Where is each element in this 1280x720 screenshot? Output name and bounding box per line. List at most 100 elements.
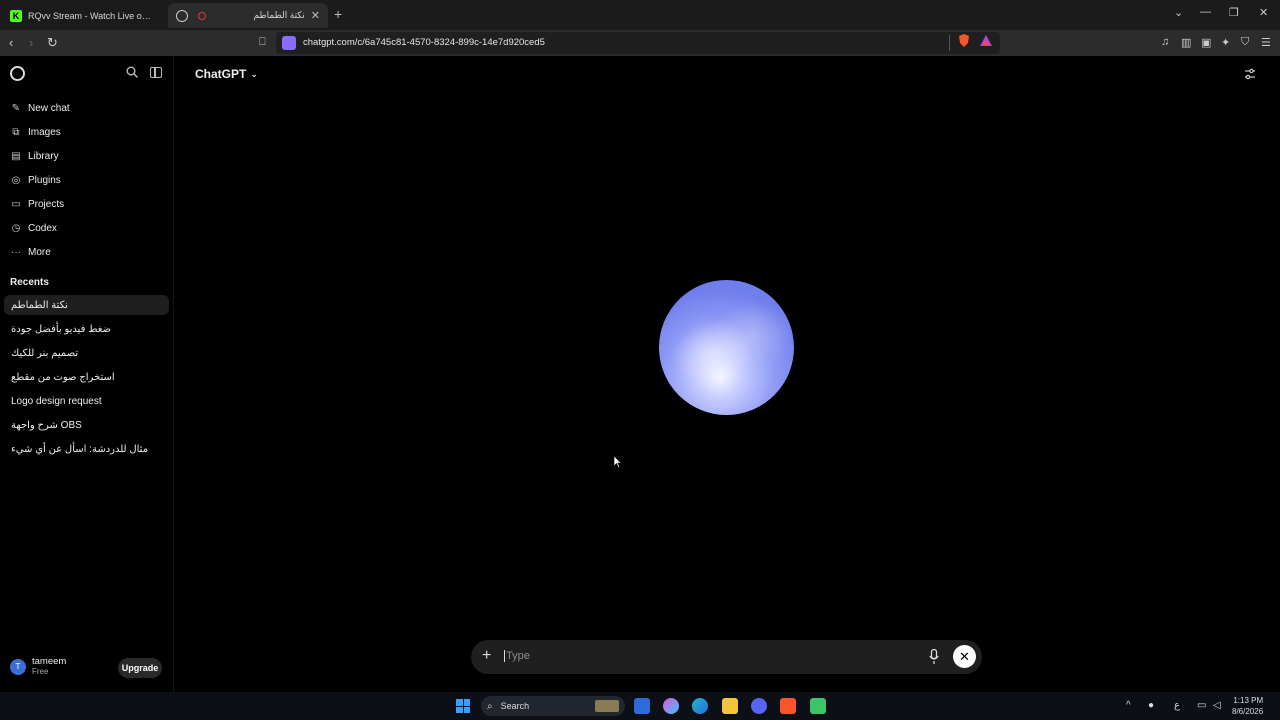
mouse-cursor-icon bbox=[614, 456, 622, 468]
volume-icon[interactable]: ◁ bbox=[1213, 700, 1221, 711]
end-voice-button[interactable]: ✕ bbox=[953, 645, 976, 668]
sidebar: ✎ New chat ⧉ Images ▤ Library ◎ Plugins … bbox=[0, 56, 174, 692]
bookmark-icon[interactable]: ⎕ bbox=[259, 36, 266, 49]
microphone-icon[interactable] bbox=[929, 649, 939, 665]
sidebar-item-new-chat[interactable]: ✎ New chat bbox=[10, 98, 70, 118]
plugins-icon: ◎ bbox=[11, 174, 21, 186]
recording-icon bbox=[198, 11, 206, 20]
brave-browser-icon[interactable] bbox=[780, 698, 796, 714]
sidebar-item-label: Images bbox=[28, 126, 61, 138]
more-icon: ··· bbox=[11, 246, 21, 258]
windows-taskbar: ⌕ Search ^ ● ع ▭ ◁ 1:13 PM 8/6/2026 bbox=[0, 692, 1280, 720]
pencil-icon: ✎ bbox=[11, 102, 21, 114]
store-icon[interactable] bbox=[634, 698, 650, 714]
add-attachment-icon[interactable]: + bbox=[482, 647, 491, 665]
user-profile[interactable]: T tameem Free bbox=[10, 656, 66, 677]
sidebar-item-projects[interactable]: ▭ Projects bbox=[10, 194, 64, 214]
chevron-down-icon: ⌄ bbox=[250, 68, 258, 79]
vpn-icon[interactable]: ⛉ bbox=[1241, 36, 1249, 49]
forward-button[interactable]: › bbox=[29, 35, 33, 50]
app-icon[interactable] bbox=[810, 698, 826, 714]
minimize-button[interactable]: — bbox=[1200, 6, 1211, 18]
menu-icon[interactable]: ☰ bbox=[1261, 36, 1271, 49]
collapse-sidebar-icon[interactable] bbox=[150, 67, 162, 78]
taskbar-search-label: Search bbox=[500, 701, 530, 711]
recent-chat-item[interactable]: استخراج صوت من مقطع bbox=[4, 367, 169, 387]
sidebar-item-label: Plugins bbox=[28, 174, 61, 186]
reload-button[interactable]: ↻ bbox=[47, 35, 58, 51]
sidebar-item-plugins[interactable]: ◎ Plugins bbox=[10, 170, 61, 190]
model-label: ChatGPT bbox=[195, 67, 247, 81]
clock-date: 8/6/2026 bbox=[1232, 707, 1264, 716]
new-tab-button[interactable]: + bbox=[334, 6, 342, 22]
url-text: chatgpt.com/c/6a745c81-4570-8324-899c-14… bbox=[303, 37, 545, 48]
discord-icon[interactable] bbox=[751, 698, 767, 714]
windows-start-icon[interactable] bbox=[456, 699, 470, 713]
brave-rewards-icon[interactable] bbox=[980, 34, 992, 47]
search-icon[interactable] bbox=[126, 66, 138, 78]
clock-time: 1:13 PM bbox=[1233, 696, 1264, 705]
sidebar-item-label: Projects bbox=[28, 198, 65, 210]
restore-button[interactable]: ❐ bbox=[1229, 6, 1239, 19]
close-window-button[interactable]: ✕ bbox=[1259, 6, 1268, 19]
wallet-icon[interactable]: ▣ bbox=[1201, 36, 1211, 49]
site-mic-indicator-icon[interactable] bbox=[282, 36, 296, 50]
kick-icon: K bbox=[10, 9, 22, 22]
sidebar-item-label: Library bbox=[28, 150, 59, 162]
user-name: tameem bbox=[32, 656, 67, 667]
library-icon: ▤ bbox=[11, 150, 21, 162]
edge-icon[interactable] bbox=[692, 698, 708, 714]
images-icon: ⧉ bbox=[12, 126, 20, 138]
tray-mic-icon[interactable]: ● bbox=[1148, 700, 1154, 711]
browser-toolbar: ‹ › ↻ ⎕ chatgpt.com/c/6a745c81-4570-8324… bbox=[0, 30, 1280, 56]
sidebar-item-label: New chat bbox=[28, 102, 70, 114]
voice-settings-icon[interactable] bbox=[1244, 68, 1256, 80]
composer[interactable]: + Type ✕ bbox=[471, 640, 982, 674]
composer-input[interactable]: Type bbox=[504, 650, 530, 662]
sidebar-item-library[interactable]: ▤ Library bbox=[10, 146, 59, 166]
tab-kick-stream[interactable]: K RQvv Stream - Watch Live on Kick bbox=[2, 3, 162, 28]
model-selector[interactable]: ChatGPT ⌄ bbox=[195, 67, 258, 81]
sidebar-toggle-icon[interactable]: ▥ bbox=[1181, 36, 1191, 49]
recent-chat-item[interactable]: Logo design request bbox=[4, 391, 169, 411]
tab-list-chevron-icon[interactable]: ⌄ bbox=[1174, 6, 1183, 19]
sidebar-item-more[interactable]: ··· More bbox=[10, 242, 51, 262]
user-plan: Free bbox=[32, 667, 49, 676]
leo-ai-icon[interactable]: ✦ bbox=[1221, 36, 1230, 49]
input-language[interactable]: ع bbox=[1174, 700, 1180, 711]
chatgpt-icon bbox=[176, 9, 188, 22]
network-icon[interactable]: ▭ bbox=[1197, 700, 1206, 711]
address-bar[interactable]: chatgpt.com/c/6a745c81-4570-8324-899c-14… bbox=[276, 32, 1000, 54]
music-icon[interactable]: ♫ bbox=[1161, 36, 1169, 48]
recent-chat-item[interactable]: شرح واجهة OBS bbox=[4, 415, 169, 435]
tab-title: RQvv Stream - Watch Live on Kick bbox=[28, 10, 154, 21]
copilot-icon[interactable] bbox=[663, 698, 679, 714]
tab-title: نكتة الطماطم bbox=[253, 10, 305, 20]
recent-chat-item[interactable]: تصميم بنر للكيك bbox=[4, 343, 169, 363]
search-highlight-image bbox=[595, 700, 619, 712]
tray-chevron-icon[interactable]: ^ bbox=[1126, 700, 1131, 711]
taskbar-search[interactable]: ⌕ Search bbox=[481, 696, 625, 716]
recent-chat-item[interactable]: نكتة الطماطم bbox=[4, 295, 169, 315]
search-icon: ⌕ bbox=[487, 700, 493, 712]
folder-icon: ▭ bbox=[11, 198, 21, 210]
back-button[interactable]: ‹ bbox=[9, 35, 13, 50]
recent-chat-item[interactable]: مثال للدردشة: اسأل عن أي شيء bbox=[4, 439, 169, 459]
chatgpt-logo-icon[interactable] bbox=[10, 66, 25, 81]
recents-heading: Recents bbox=[10, 277, 49, 288]
close-tab-icon[interactable]: ✕ bbox=[311, 9, 320, 22]
sidebar-item-codex[interactable]: ◷ Codex bbox=[10, 218, 57, 238]
brave-shields-icon[interactable] bbox=[958, 34, 970, 47]
sidebar-item-label: Codex bbox=[28, 222, 57, 234]
browser-tab-strip: K RQvv Stream - Watch Live on Kick نكتة … bbox=[0, 0, 1280, 30]
voice-mode-orb bbox=[659, 280, 794, 415]
avatar: T bbox=[10, 658, 26, 675]
recent-chat-item[interactable]: ضغط فيديو بأفضل جودة bbox=[4, 319, 169, 339]
clock[interactable]: 1:13 PM 8/6/2026 bbox=[1232, 695, 1263, 717]
sidebar-item-images[interactable]: ⧉ Images bbox=[10, 122, 61, 142]
sidebar-item-label: More bbox=[28, 246, 51, 258]
file-explorer-icon[interactable] bbox=[722, 698, 738, 714]
upgrade-button[interactable]: Upgrade bbox=[118, 658, 162, 678]
tab-chatgpt[interactable]: نكتة الطماطم ✕ bbox=[168, 3, 328, 28]
codex-icon: ◷ bbox=[11, 222, 21, 234]
